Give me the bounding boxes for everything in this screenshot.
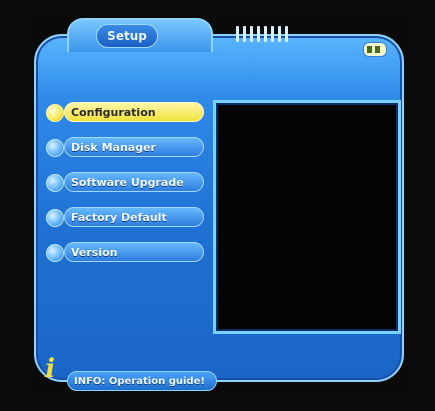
menu-item-disk-manager[interactable]: Disk Manager: [42, 135, 208, 161]
bullet-icon: [46, 174, 64, 192]
tick: [243, 26, 246, 42]
menu-item-label: Software Upgrade: [64, 172, 204, 192]
tick: [264, 26, 267, 42]
bullet-icon: [46, 104, 64, 122]
tick: [250, 26, 253, 42]
menu-item-factory-default[interactable]: Factory Default: [42, 205, 208, 231]
tick: [285, 26, 288, 42]
signal-ticks: [236, 24, 300, 42]
menu-item-label: Configuration: [64, 102, 204, 122]
tick: [257, 26, 260, 42]
info-text: INFO: Operation guide!: [67, 371, 217, 391]
menu-item-label: Disk Manager: [64, 137, 204, 157]
menu-item-label: Factory Default: [64, 207, 204, 227]
page-title: Setup: [96, 24, 158, 48]
menu-item-version[interactable]: Version: [42, 240, 208, 266]
menu-item-configuration[interactable]: Configuration: [42, 100, 208, 126]
tick: [278, 26, 281, 42]
bullet-icon: [46, 244, 64, 262]
menu-item-label: Version: [64, 242, 204, 262]
tick: [271, 26, 274, 42]
battery-icon: [363, 42, 387, 57]
bullet-icon: [46, 209, 64, 227]
bullet-icon: [46, 139, 64, 157]
preview-box: [213, 100, 401, 334]
tick: [236, 26, 239, 42]
menu-item-software-upgrade[interactable]: Software Upgrade: [42, 170, 208, 196]
